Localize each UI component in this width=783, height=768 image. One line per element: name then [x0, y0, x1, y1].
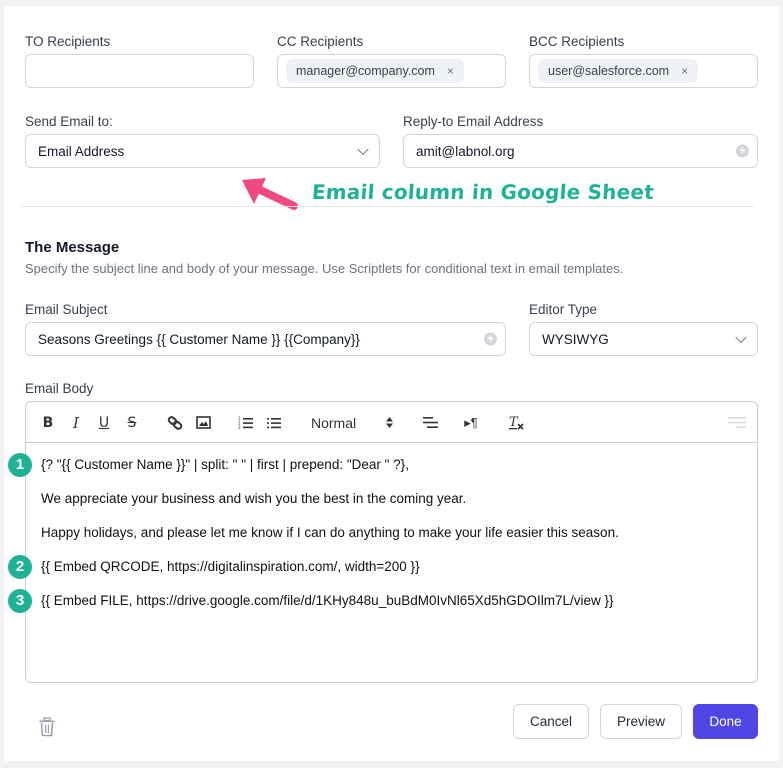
editor-type-select[interactable]: WYSIWYG — [529, 322, 758, 356]
send-email-to-value: Email Address — [38, 143, 125, 159]
align-button[interactable] — [419, 402, 441, 443]
body-line: We appreciate your business and wish you… — [41, 491, 467, 506]
svg-text:3: 3 — [238, 425, 241, 430]
image-icon — [195, 416, 211, 429]
bullet-list-button[interactable] — [263, 402, 285, 443]
remove-chip-icon[interactable]: × — [447, 64, 454, 78]
svg-text:T: T — [509, 415, 519, 430]
format-select[interactable]: Normal — [311, 402, 401, 443]
annotation-badge-2: 2 — [8, 555, 32, 579]
chevron-down-icon — [735, 331, 747, 344]
editor-menu-icon — [728, 417, 746, 428]
annotation-arrow-icon — [242, 178, 298, 210]
add-variable-icon[interactable]: + — [736, 144, 749, 158]
message-section-title: The Message — [25, 239, 120, 256]
to-recipients-label: TO Recipients — [25, 34, 111, 49]
bold-button[interactable]: B — [38, 402, 58, 443]
email-subject-input[interactable]: Seasons Greetings {{ Customer Name }} {{… — [25, 322, 506, 356]
done-button[interactable]: Done — [693, 704, 758, 739]
annotation-badge-1: 1 — [8, 453, 32, 477]
editor-menu-button[interactable] — [726, 402, 748, 443]
preview-button[interactable]: Preview — [600, 704, 682, 739]
italic-button[interactable]: I — [66, 402, 86, 443]
body-line: {{ Embed QRCODE, https://digitalinspirat… — [41, 559, 420, 574]
email-body-label: Email Body — [25, 381, 94, 396]
format-select-value: Normal — [311, 414, 357, 431]
bcc-recipients-input[interactable]: user@salesforce.com × — [529, 54, 758, 88]
text-direction-icon: ▸¶ — [464, 414, 478, 430]
up-down-caret-icon — [386, 417, 393, 428]
email-subject-label: Email Subject — [25, 302, 108, 317]
underline-button[interactable]: U — [94, 402, 114, 443]
add-variable-icon[interactable]: + — [484, 332, 497, 346]
body-line: {? "{{ Customer Name }}" | split: " " | … — [41, 457, 409, 472]
message-section-description: Specify the subject line and body of you… — [25, 261, 624, 276]
body-line: Happy holidays, and please let me know i… — [41, 525, 619, 540]
link-icon — [167, 415, 183, 430]
chevron-down-icon — [357, 143, 369, 156]
clear-formatting-icon: T — [509, 415, 524, 430]
body-line: {{ Embed FILE, https://drive.google.com/… — [41, 593, 614, 608]
cc-recipients-input[interactable]: manager@company.com × — [277, 54, 506, 88]
email-body-editor[interactable]: B I U S 1 2 3 Normal ▸¶ T {? "{{Custome… — [25, 401, 758, 683]
send-email-to-select[interactable]: Email Address — [25, 134, 380, 168]
strikethrough-button[interactable]: S — [122, 402, 142, 443]
recipient-chip: manager@company.com × — [286, 59, 464, 83]
section-divider — [21, 206, 754, 207]
reply-to-value: amit@labnol.org — [416, 143, 515, 159]
ordered-list-button[interactable]: 1 2 3 — [235, 402, 257, 443]
reply-to-input[interactable]: amit@labnol.org + — [403, 134, 758, 168]
chip-email: manager@company.com — [296, 64, 435, 78]
align-icon — [422, 417, 438, 428]
link-button[interactable] — [164, 402, 186, 443]
annotation-badge-3: 3 — [8, 589, 32, 613]
editor-toolbar: B I U S 1 2 3 Normal ▸¶ T — [26, 402, 757, 443]
bullet-list-icon — [267, 417, 281, 428]
editor-type-label: Editor Type — [529, 302, 598, 317]
email-subject-value: Seasons Greetings {{ Customer Name }} {{… — [38, 331, 360, 347]
image-button[interactable] — [192, 402, 214, 443]
ordered-list-icon: 1 2 3 — [238, 416, 253, 430]
delete-button[interactable] — [38, 717, 56, 742]
remove-chip-icon[interactable]: × — [681, 64, 688, 78]
send-email-to-label: Send Email to: — [25, 114, 113, 129]
editor-type-value: WYSIWYG — [542, 331, 609, 347]
cancel-button[interactable]: Cancel — [513, 704, 589, 739]
reply-to-label: Reply-to Email Address — [403, 114, 544, 129]
bcc-recipients-label: BCC Recipients — [529, 34, 625, 49]
text-direction-button[interactable]: ▸¶ — [460, 402, 482, 443]
chip-email: user@salesforce.com — [548, 64, 670, 78]
recipient-chip: user@salesforce.com × — [538, 59, 699, 83]
annotation-text: Email column in Google Sheet — [311, 180, 655, 204]
clear-formatting-button[interactable]: T — [505, 402, 527, 443]
cc-recipients-label: CC Recipients — [277, 34, 364, 49]
trash-icon — [39, 717, 55, 737]
to-recipients-input[interactable] — [25, 54, 254, 88]
